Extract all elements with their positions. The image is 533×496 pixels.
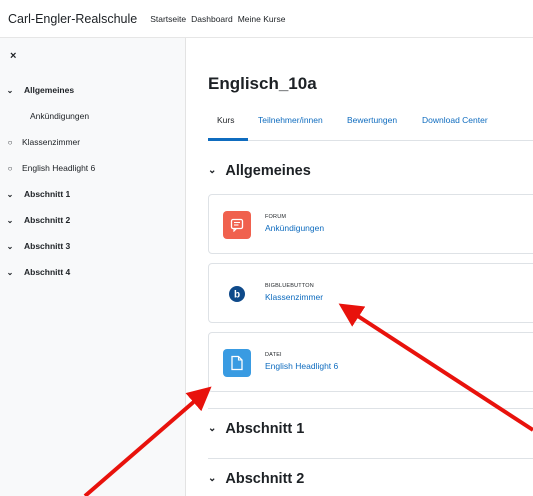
chevron-down-icon: ⌄ xyxy=(6,215,14,225)
section-title: Abschnitt 1 xyxy=(225,421,305,437)
course-tabs: Kurs Teilnehmer/innen Bewertungen Downlo… xyxy=(208,111,533,141)
chevron-down-icon: ⌄ xyxy=(208,164,217,176)
chevron-down-icon: ⌄ xyxy=(6,267,14,277)
section-divider xyxy=(208,408,533,409)
drawer-section-abschnitt-4[interactable]: ⌄ Abschnitt 4 xyxy=(0,262,186,282)
svg-text:b: b xyxy=(234,290,240,301)
drawer-section-allgemeines[interactable]: ⌄ Allgemeines xyxy=(0,80,186,100)
section-divider xyxy=(208,458,533,459)
page-title: Englisch_10a xyxy=(208,74,317,93)
close-drawer-icon[interactable]: × xyxy=(10,50,16,62)
circle-icon: ○ xyxy=(7,163,13,173)
section-header-abschnitt-2[interactable]: ⌄ Abschnitt 2 xyxy=(208,471,304,487)
section-title: Allgemeines xyxy=(225,163,311,179)
drawer-section-abschnitt-2[interactable]: ⌄ Abschnitt 2 xyxy=(0,210,186,230)
bigbluebutton-icon: b xyxy=(223,280,251,308)
tab-teilnehmer[interactable]: Teilnehmer/innen xyxy=(258,115,323,125)
site-brand[interactable]: Carl-Engler-Realschule xyxy=(8,12,137,26)
section-header-abschnitt-1[interactable]: ⌄ Abschnitt 1 xyxy=(208,421,304,437)
activity-link[interactable]: Klassenzimmer xyxy=(265,292,323,302)
chevron-down-icon: ⌄ xyxy=(208,422,217,434)
file-icon xyxy=(223,349,251,377)
drawer-item-label: Allgemeines xyxy=(24,85,75,95)
chevron-down-icon: ⌄ xyxy=(6,85,14,95)
nav-link-dashboard[interactable]: Dashboard xyxy=(191,14,233,24)
activity-file[interactable]: DATEI English Headlight 6 xyxy=(208,332,533,392)
forum-icon xyxy=(223,211,251,239)
drawer-item-english-headlight[interactable]: ○ English Headlight 6 xyxy=(0,158,186,178)
nav-link-meine-kurse[interactable]: Meine Kurse xyxy=(238,14,286,24)
section-header-allgemeines[interactable]: ⌄ Allgemeines xyxy=(208,163,311,179)
activity-bigbluebutton[interactable]: b BIGBLUEBUTTON Klassenzimmer xyxy=(208,263,533,323)
chevron-down-icon: ⌄ xyxy=(208,472,217,484)
drawer-item-label: Klassenzimmer xyxy=(22,137,81,147)
top-navbar: Carl-Engler-Realschule Startseite Dashbo… xyxy=(0,0,533,38)
drawer-item-label: English Headlight 6 xyxy=(22,163,96,173)
tab-bewertungen[interactable]: Bewertungen xyxy=(347,115,397,125)
drawer-item-label: Abschnitt 1 xyxy=(24,189,71,199)
drawer-item-label: Ankündigungen xyxy=(30,111,90,121)
course-index-drawer: × ⌄ Allgemeines Ankündigungen ○ Klassenz… xyxy=(0,38,186,496)
active-tab-indicator xyxy=(208,138,248,141)
activity-forum[interactable]: FORUM Ankündigungen xyxy=(208,194,533,254)
main-content: Englisch_10a Kurs Teilnehmer/innen Bewer… xyxy=(186,38,533,496)
drawer-section-abschnitt-1[interactable]: ⌄ Abschnitt 1 xyxy=(0,184,186,204)
circle-icon: ○ xyxy=(7,137,13,147)
drawer-item-ankuendigungen[interactable]: Ankündigungen xyxy=(0,106,186,126)
nav-link-startseite[interactable]: Startseite xyxy=(150,14,186,24)
section-title: Abschnitt 2 xyxy=(225,471,305,487)
activity-link[interactable]: English Headlight 6 xyxy=(265,361,338,371)
activity-type-label: DATEI xyxy=(265,352,282,358)
activity-link[interactable]: Ankündigungen xyxy=(265,223,324,233)
drawer-item-label: Abschnitt 4 xyxy=(24,267,71,277)
chevron-down-icon: ⌄ xyxy=(6,241,14,251)
activity-type-label: FORUM xyxy=(265,214,287,220)
drawer-item-klassenzimmer[interactable]: ○ Klassenzimmer xyxy=(0,132,186,152)
drawer-section-abschnitt-3[interactable]: ⌄ Abschnitt 3 xyxy=(0,236,186,256)
drawer-item-label: Abschnitt 2 xyxy=(24,215,71,225)
chevron-down-icon: ⌄ xyxy=(6,189,14,199)
drawer-item-label: Abschnitt 3 xyxy=(24,241,71,251)
tab-kurs[interactable]: Kurs xyxy=(217,115,234,125)
activity-type-label: BIGBLUEBUTTON xyxy=(265,283,314,289)
tab-download-center[interactable]: Download Center xyxy=(422,115,488,125)
